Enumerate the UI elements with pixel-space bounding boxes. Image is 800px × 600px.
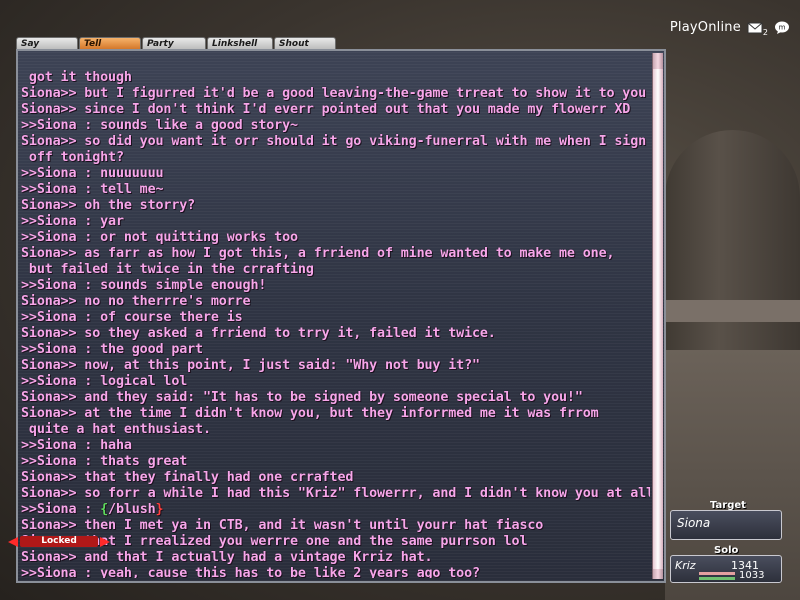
- tab-party[interactable]: Party: [142, 37, 206, 49]
- chat-line: Siona>> since I don't think I'd everr po…: [21, 102, 631, 117]
- mp-bar: [699, 577, 735, 580]
- stone-ledge: [665, 300, 800, 322]
- chat-line: >>Siona : yar: [21, 214, 124, 229]
- chat-line-emote: >>Siona : {/blush}: [21, 502, 650, 518]
- chat-line: Siona>> as farr as how I got this, a frr…: [21, 246, 615, 261]
- chat-line: Siona>> but I figurred it'd be a good le…: [21, 86, 647, 101]
- playonline-label: PlayOnline: [669, 20, 741, 35]
- chat-line: but failed it twice in the crrafting: [21, 262, 314, 277]
- chat-line: >>Siona : yeah, cause this has to be lik…: [21, 566, 480, 578]
- target-name: Siona: [677, 516, 711, 530]
- chat-line: Siona>> at the time I didn't know you, b…: [21, 406, 599, 421]
- chat-line: Siona>> now, at this point, I just said:…: [21, 358, 480, 373]
- chat-line: got it though: [21, 70, 132, 85]
- chat-line: Siona>> oh the storry?: [21, 198, 196, 213]
- mail-count: 2: [762, 28, 768, 37]
- chat-line: Siona>> and that I actually had a vintag…: [21, 550, 433, 565]
- chat-line: Siona>> so forr a while I had this "Kriz…: [21, 486, 650, 501]
- chat-scrollbar[interactable]: [652, 53, 663, 579]
- chat-line: >>Siona : sounds simple enough!: [21, 278, 267, 293]
- chat-line: >>Siona : thats great: [21, 454, 188, 469]
- chat-line: Siona>> that they finally had one crraft…: [21, 470, 354, 485]
- chat-bubble-icon[interactable]: m: [774, 21, 790, 35]
- chat-line: >>Siona : haha: [21, 438, 132, 453]
- tab-shout[interactable]: Shout: [274, 37, 336, 49]
- svg-text:m: m: [779, 23, 786, 31]
- party-panel: Solo Kriz 1341 1033: [670, 545, 786, 585]
- chat-line: >>Siona : the good part: [21, 342, 203, 357]
- target-locked-badge: Locked: [20, 536, 98, 547]
- hp-bar: [699, 572, 735, 575]
- chat-line: Siona>> then I met ya in CTB, and it was…: [21, 518, 544, 533]
- scrollbar-thumb[interactable]: [653, 69, 663, 569]
- emote-open-brace: {: [100, 502, 109, 517]
- chat-line: quite a hat enthusiast.: [21, 422, 211, 437]
- chat-line: Siona>> that I rrealized you werrre one …: [21, 534, 528, 549]
- chat-line: >>Siona : sounds like a good story~: [21, 118, 298, 133]
- target-box[interactable]: Siona: [670, 510, 782, 540]
- lock-arrow-right-icon: [100, 537, 110, 547]
- chat-line: >>Siona : logical lol: [21, 374, 188, 389]
- chat-log-window: got it though Siona>> but I figurred it'…: [16, 49, 666, 583]
- chat-line: >>Siona : or not quitting works too: [21, 230, 298, 245]
- party-member-name: Kriz: [675, 559, 696, 572]
- tab-linkshell[interactable]: Linkshell: [207, 37, 273, 49]
- party-member-box[interactable]: Kriz 1341 1033: [670, 555, 782, 583]
- chat-log: got it though Siona>> but I figurred it'…: [21, 70, 650, 578]
- chat-line: Siona>> so did you want it orr should it…: [21, 134, 647, 149]
- chat-line: Siona>> no no therrre's morre: [21, 294, 251, 309]
- chat-line: off tonight?: [21, 150, 124, 165]
- lock-arrow-left-icon: [8, 537, 18, 547]
- chat-line: >>Siona : of course there is: [21, 310, 243, 325]
- chat-line: >>Siona : nuuuuuuu: [21, 166, 164, 181]
- emote-prefix: >>Siona :: [21, 502, 101, 517]
- chat-line: Siona>> so they asked a frriend to trry …: [21, 326, 496, 341]
- chat-line: >>Siona : tell me~: [21, 182, 164, 197]
- target-panel: Target Siona: [670, 500, 786, 543]
- chat-line: Siona>> and they said: "It has to be sig…: [21, 390, 583, 405]
- emote-close-brace: }: [155, 502, 164, 517]
- tab-say[interactable]: Say: [16, 37, 78, 49]
- emote-text: /blush: [108, 502, 156, 517]
- tab-tell[interactable]: Tell: [79, 37, 141, 49]
- mp-value: 1033: [739, 570, 765, 581]
- mail-icon[interactable]: [747, 21, 763, 35]
- playonline-bar: PlayOnline 2 m: [670, 18, 790, 37]
